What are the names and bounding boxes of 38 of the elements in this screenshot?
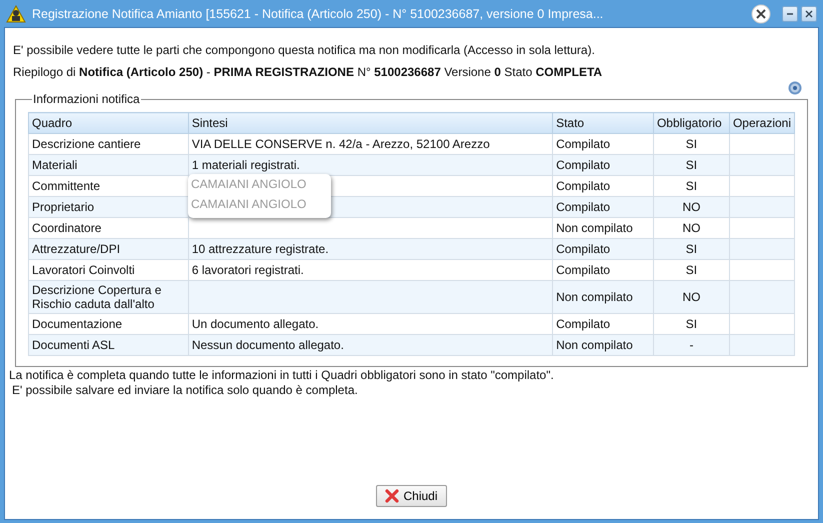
close-icon (385, 489, 400, 503)
column-header: Quadro (28, 112, 188, 134)
table-cell: SI (653, 154, 730, 176)
intro-text: E' possibile vedere tutte le parti che compongono questa notifica ma non modificarla (Accesso in sola lettura). (13, 43, 596, 57)
table-cell: Documenti ASL (28, 334, 188, 356)
column-header: Operazioni (729, 112, 794, 134)
table-cell: - (653, 334, 730, 356)
table-cell: NO (653, 280, 730, 314)
table-cell: Materiali (28, 154, 188, 176)
table-cell: 10 attrezzature registrate. (188, 238, 553, 260)
minimize-button[interactable] (782, 6, 798, 22)
close-button[interactable] (801, 6, 817, 22)
table-cell: Non compilato (552, 280, 654, 314)
table-cell: Non compilato (552, 334, 654, 356)
column-header: Stato (552, 112, 654, 134)
summary-text: Riepilogo di Notifica (Articolo 250) - PRIMA REGISTRAZIONE N° 5100236687 Versione 0 Stato COMPLETA (13, 65, 604, 79)
table-cell: Descrizione Copertura e Rischio caduta dall'alto (28, 280, 188, 314)
table-cell: SI (653, 238, 730, 260)
column-header: Obbligatorio (653, 112, 730, 134)
note-text: La notifica è completa quando tutte le informazioni in tutti i Quadri obbligatori sono in stato "compilato". (9, 368, 555, 383)
popup-text: CAMAIANI ANGIOLO (191, 176, 308, 193)
popup-text: CAMAIANI ANGIOLO (191, 196, 308, 213)
table-cell: NO (653, 196, 730, 218)
table-cell: Proprietario (28, 196, 188, 218)
column-header: Sintesi (188, 112, 553, 134)
table-cell: Compilato (552, 154, 654, 176)
fieldset-legend: Informazioni notifica (32, 92, 141, 106)
table-cell: Compilato (552, 196, 654, 218)
close-icon (805, 10, 813, 18)
table-cell: Attrezzature/DPI (28, 238, 188, 260)
close-button[interactable]: Chiudi (376, 485, 447, 507)
table-cell: Compilato (552, 238, 654, 260)
window-title: Registrazione Notifica Amianto [155621 - Notifica (Articolo 250) - N° 5100236687, versione 0 Impresa... (32, 6, 604, 20)
note-text: E' possibile salvare ed inviare la notifica solo quando è completa. (11, 383, 359, 398)
table-cell: Nessun documento allegato. (188, 334, 553, 356)
close-icon[interactable] (751, 4, 771, 24)
table-cell: 1 materiali registrati. (188, 154, 553, 176)
hazard-figure-icon (6, 4, 26, 22)
